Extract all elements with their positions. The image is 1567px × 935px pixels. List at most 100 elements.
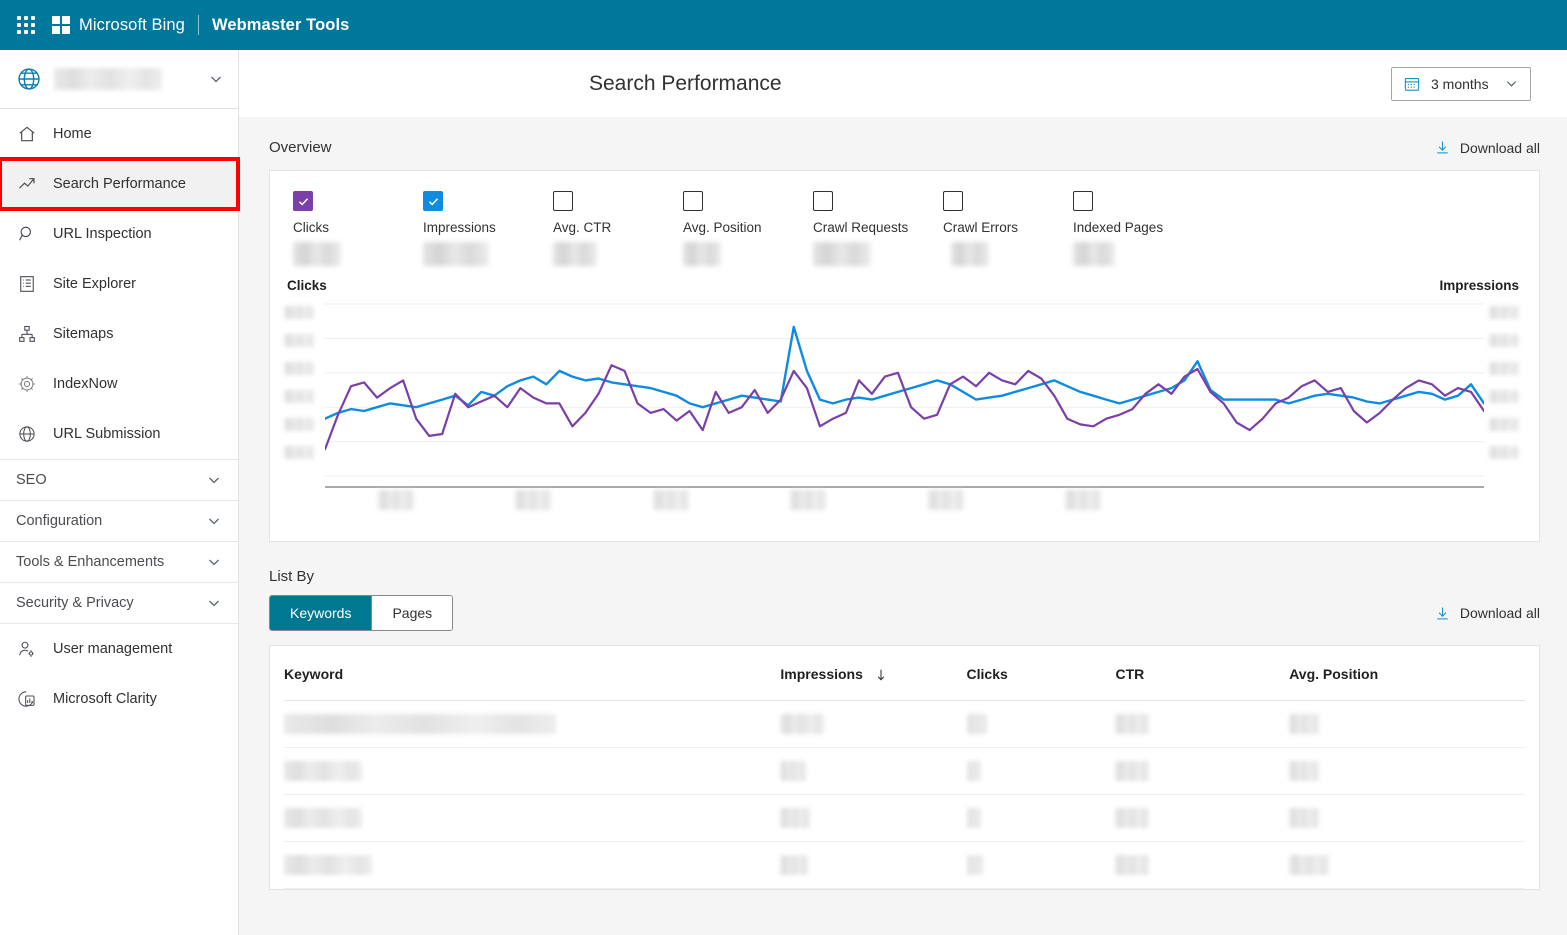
sidebar-item-label: URL Inspection <box>53 226 152 242</box>
date-range-selector[interactable]: 3 months <box>1391 67 1531 101</box>
sitemap-icon <box>16 323 38 345</box>
metric-checkbox-avg-position[interactable] <box>683 191 703 211</box>
metric-label: Crawl Requests <box>813 220 943 235</box>
column-header-avg-position[interactable]: Avg. Position <box>1289 646 1525 701</box>
sidebar-group-label: Security & Privacy <box>16 595 134 611</box>
metric-checkbox-indexed-pages[interactable] <box>1073 191 1093 211</box>
x-tick-redacted <box>790 490 826 510</box>
avg-position-cell-redacted <box>1289 808 1319 828</box>
tab-keywords[interactable]: Keywords <box>270 596 371 630</box>
column-header-ctr[interactable]: CTR <box>1115 646 1289 701</box>
metric-label: Clicks <box>293 220 423 235</box>
sidebar-group-tools-enhancements[interactable]: Tools & Enhancements <box>0 541 238 582</box>
y-tick-right-redacted <box>1489 306 1519 319</box>
metric-value-redacted <box>813 242 871 266</box>
y-tick-right-redacted <box>1489 390 1519 403</box>
sidebar-item-url-submission[interactable]: URL Submission <box>0 409 238 459</box>
keyword-cell <box>284 795 780 842</box>
y-tick-left-redacted <box>284 390 314 403</box>
download-icon <box>1434 139 1451 156</box>
sidebar-item-label: User management <box>53 641 172 657</box>
ctr-cell-redacted <box>1115 855 1149 875</box>
table-body <box>284 701 1525 889</box>
column-header-clicks[interactable]: Clicks <box>967 646 1116 701</box>
metric-crawl-errors: Crawl Errors <box>943 191 1073 266</box>
tab-pages[interactable]: Pages <box>371 596 452 630</box>
sidebar-item-label: Site Explorer <box>53 276 136 292</box>
avg-position-cell-redacted <box>1289 855 1329 875</box>
metric-avg-ctr: Avg. CTR <box>553 191 683 266</box>
metric-impressions: Impressions <box>423 191 553 266</box>
keyword-cell <box>284 842 780 889</box>
chevron-down-icon <box>208 71 224 87</box>
sidebar-item-label: URL Submission <box>53 426 160 442</box>
chevron-down-icon <box>206 595 222 611</box>
site-selector[interactable] <box>0 50 238 109</box>
page-header: Search Performance 3 months <box>239 50 1567 117</box>
metric-checkbox-crawl-errors[interactable] <box>943 191 963 211</box>
keyword-cell-redacted <box>284 761 362 781</box>
table-head: Keyword Impressions Clicks CTR Avg. Posi <box>284 646 1525 701</box>
performance-chart: Clicks Impressions <box>270 276 1539 514</box>
clicks-cell-redacted <box>967 714 987 734</box>
x-tick-redacted <box>378 490 414 510</box>
app-body: Home Search Performance URL Inspection <box>0 50 1567 935</box>
sidebar-item-indexnow[interactable]: IndexNow <box>0 359 238 409</box>
metric-value-redacted <box>553 242 597 266</box>
table-row[interactable] <box>284 701 1525 748</box>
impressions-cell-redacted <box>780 855 808 875</box>
list-by-download-all-button[interactable]: Download all <box>1434 605 1540 622</box>
keyword-cell-redacted <box>284 808 362 828</box>
y-tick-right-redacted <box>1489 418 1519 431</box>
sidebar-group-configuration[interactable]: Configuration <box>0 500 238 541</box>
sidebar-item-sitemaps[interactable]: Sitemaps <box>0 309 238 359</box>
sidebar-group-seo[interactable]: SEO <box>0 459 238 500</box>
table-row[interactable] <box>284 842 1525 889</box>
sidebar-item-label: IndexNow <box>53 376 117 392</box>
date-range-value: 3 months <box>1431 76 1489 92</box>
metric-checkbox-clicks[interactable] <box>293 191 313 211</box>
metric-checkbox-crawl-requests[interactable] <box>813 191 833 211</box>
overview-header-row: Overview Download all <box>269 139 1540 156</box>
calendar-icon <box>1403 75 1421 93</box>
product-name[interactable]: Webmaster Tools <box>212 16 350 35</box>
table-row[interactable] <box>284 748 1525 795</box>
sort-descending-icon <box>874 668 888 682</box>
sidebar-item-user-management[interactable]: User management <box>0 624 238 674</box>
table-row[interactable] <box>284 795 1525 842</box>
ctr-cell-redacted <box>1115 808 1149 828</box>
sidebar-item-url-inspection[interactable]: URL Inspection <box>0 209 238 259</box>
chart-left-axis-label: Clicks <box>287 278 327 293</box>
main-content: Search Performance 3 months <box>239 50 1567 935</box>
metric-checkbox-impressions[interactable] <box>423 191 443 211</box>
column-header-impressions[interactable]: Impressions <box>780 646 966 701</box>
impressions-cell <box>780 795 966 842</box>
metric-label: Avg. Position <box>683 220 813 235</box>
sidebar-item-label: Microsoft Clarity <box>53 691 157 707</box>
avg-position-cell <box>1289 795 1525 842</box>
metric-checkbox-avg-ctr[interactable] <box>553 191 573 211</box>
chart-plot-area <box>325 298 1484 488</box>
metric-label: Impressions <box>423 220 553 235</box>
clicks-cell <box>967 795 1116 842</box>
overview-download-all-button[interactable]: Download all <box>1434 139 1540 156</box>
clicks-cell <box>967 701 1116 748</box>
column-header-keyword[interactable]: Keyword <box>284 646 780 701</box>
sidebar-group-label: Configuration <box>16 513 102 529</box>
download-all-label: Download all <box>1460 140 1540 156</box>
x-tick-redacted <box>653 490 689 510</box>
sidebar-item-home[interactable]: Home <box>0 109 238 159</box>
sidebar-item-search-performance[interactable]: Search Performance <box>0 159 238 209</box>
brand-name[interactable]: Microsoft Bing <box>79 16 185 35</box>
sidebar-item-microsoft-clarity[interactable]: Microsoft Clarity <box>0 674 238 724</box>
sidebar-item-site-explorer[interactable]: Site Explorer <box>0 259 238 309</box>
metric-value-redacted <box>293 242 341 266</box>
keyword-cell <box>284 748 780 795</box>
download-all-label: Download all <box>1460 605 1540 621</box>
sidebar-item-label: Home <box>53 126 92 142</box>
globe-grid-icon <box>16 423 38 445</box>
y-tick-right-redacted <box>1489 362 1519 375</box>
avg-position-cell <box>1289 842 1525 889</box>
app-launcher-icon[interactable] <box>12 11 40 39</box>
sidebar-group-security-privacy[interactable]: Security & Privacy <box>0 582 238 623</box>
